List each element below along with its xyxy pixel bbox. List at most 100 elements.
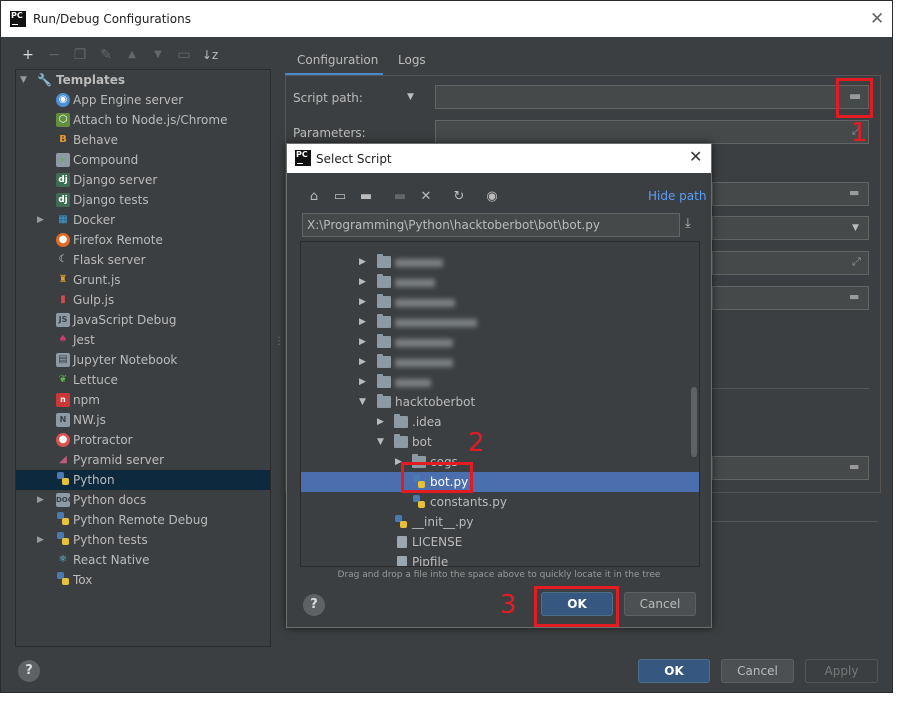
- tree-item[interactable]: ◉ App Engine server: [16, 90, 270, 110]
- folder-icon: [394, 414, 408, 428]
- tree-item-python-selected[interactable]: Python: [16, 470, 270, 490]
- blurred-folder-row[interactable]: ▶: [301, 272, 699, 292]
- apply-button[interactable]: Apply: [805, 659, 878, 683]
- download-icon[interactable]: ⤓: [685, 216, 691, 231]
- tree-item[interactable]: ▶ ▦ Docker: [16, 210, 270, 230]
- tree-item[interactable]: Python Remote Debug: [16, 510, 270, 530]
- chevron-right-icon[interactable]: ▶: [359, 292, 369, 312]
- file-row[interactable]: ▶ cogs: [301, 452, 699, 472]
- file-row[interactable]: ▼ hacktoberbot: [301, 392, 699, 412]
- tree-item[interactable]: ▤ Jupyter Notebook: [16, 350, 270, 370]
- file-tree-scrollbar[interactable]: [691, 387, 697, 457]
- chevron-right-icon[interactable]: ▶: [37, 210, 49, 230]
- chevron-right-icon[interactable]: ▶: [359, 332, 369, 352]
- browse-folder-icon[interactable]: ▬: [849, 290, 859, 303]
- move-up-icon[interactable]: ▲: [123, 45, 141, 65]
- tree-item[interactable]: ● Firefox Remote: [16, 230, 270, 250]
- tree-item[interactable]: B Behave: [16, 130, 270, 150]
- dialog-cancel-button[interactable]: Cancel: [624, 592, 696, 616]
- chevron-down-icon[interactable]: ▼: [359, 392, 369, 412]
- chevron-right-icon[interactable]: ▶: [359, 352, 369, 372]
- ok-button[interactable]: OK: [638, 659, 710, 683]
- tree-item[interactable]: ⚛ React Native: [16, 550, 270, 570]
- tree-item[interactable]: ● Protractor: [16, 430, 270, 450]
- select-field[interactable]: [712, 216, 869, 240]
- path-input[interactable]: X:\Programming\Python\hacktoberbot\bot\b…: [302, 213, 680, 237]
- browse-folder-icon[interactable]: ▬: [849, 460, 859, 473]
- tree-item[interactable]: ♠ Jest: [16, 330, 270, 350]
- splitter-handle[interactable]: ⋮: [274, 336, 284, 347]
- tree-item[interactable]: Tox: [16, 570, 270, 590]
- tree-item[interactable]: ▶ Python tests: [16, 530, 270, 550]
- file-row-selected[interactable]: bot.py: [301, 472, 699, 492]
- home-icon[interactable]: ⌂: [305, 188, 323, 206]
- tree-item[interactable]: n npm: [16, 390, 270, 410]
- tree-root-templates[interactable]: ▼ 🔧 Templates: [16, 70, 270, 90]
- refresh-icon[interactable]: ↻: [450, 188, 468, 206]
- tree-item[interactable]: ☾ Flask server: [16, 250, 270, 270]
- blurred-folder-row[interactable]: ▶: [301, 332, 699, 352]
- tree-item[interactable]: ▸ Compound: [16, 150, 270, 170]
- file-row[interactable]: constants.py: [301, 492, 699, 512]
- text-field[interactable]: [712, 251, 869, 275]
- tab-logs[interactable]: Logs: [398, 53, 426, 67]
- script-path-input[interactable]: [435, 85, 869, 109]
- chevron-right-icon[interactable]: ▶: [359, 372, 369, 392]
- chevron-right-icon[interactable]: ▶: [37, 530, 49, 550]
- cancel-button[interactable]: Cancel: [721, 659, 794, 683]
- tree-item[interactable]: ❦ Lettuce: [16, 370, 270, 390]
- chevron-right-icon[interactable]: ▶: [359, 272, 369, 292]
- folder-add-icon[interactable]: ▭: [175, 45, 193, 65]
- copy-icon[interactable]: ❐: [71, 45, 89, 65]
- wrench-icon[interactable]: ✎: [97, 45, 115, 65]
- add-icon[interactable]: +: [19, 45, 37, 65]
- blurred-folder-row[interactable]: ▶: [301, 292, 699, 312]
- tab-configuration[interactable]: Configuration: [297, 53, 378, 67]
- dropdown-arrow-icon[interactable]: ▼: [407, 92, 414, 102]
- tree-item[interactable]: ▶ DOC Python docs: [16, 490, 270, 510]
- chevron-right-icon[interactable]: ▶: [377, 412, 387, 432]
- file-row[interactable]: Pipfile: [301, 552, 699, 566]
- help-button[interactable]: ?: [18, 660, 40, 682]
- expand-icon[interactable]: ⤢: [852, 255, 861, 269]
- sort-icon[interactable]: ↓z: [201, 45, 219, 65]
- tree-item[interactable]: ♜ Grunt.js: [16, 270, 270, 290]
- text-field[interactable]: [712, 182, 869, 206]
- parameters-input[interactable]: [435, 120, 869, 144]
- window-close-icon[interactable]: ✕: [870, 9, 884, 29]
- remove-icon[interactable]: −: [45, 45, 63, 65]
- file-row[interactable]: LICENSE: [301, 532, 699, 552]
- tree-item[interactable]: ⬡ Attach to Node.js/Chrome: [16, 110, 270, 130]
- blurred-folder-row[interactable]: ▶: [301, 372, 699, 392]
- tree-item[interactable]: JS JavaScript Debug: [16, 310, 270, 330]
- text-field[interactable]: [712, 456, 869, 480]
- blurred-folder-row[interactable]: ▶: [301, 352, 699, 372]
- delete-icon[interactable]: ✕: [417, 188, 435, 206]
- tree-item[interactable]: dj Django tests: [16, 190, 270, 210]
- file-row[interactable]: ▶ .idea: [301, 412, 699, 432]
- tree-item[interactable]: ◢ Pyramid server: [16, 450, 270, 470]
- browse-folder-icon[interactable]: ▬: [849, 186, 859, 199]
- dialog-help-button[interactable]: ?: [303, 594, 325, 616]
- chevron-right-icon[interactable]: ▶: [359, 312, 369, 332]
- file-row[interactable]: __init__.py: [301, 512, 699, 532]
- desktop-icon[interactable]: ▭: [331, 188, 349, 206]
- project-icon[interactable]: ▬: [357, 188, 375, 206]
- blurred-folder-row[interactable]: ▶: [301, 312, 699, 332]
- blurred-folder-row[interactable]: ▶: [301, 252, 699, 272]
- chevron-down-icon[interactable]: ▼: [20, 70, 32, 90]
- chevron-down-icon[interactable]: ▼: [852, 223, 859, 233]
- hide-path-link[interactable]: Hide path: [648, 189, 706, 203]
- file-row[interactable]: ▼ bot: [301, 432, 699, 452]
- dialog-close-icon[interactable]: ✕: [689, 147, 702, 166]
- chevron-down-icon[interactable]: ▼: [377, 432, 387, 452]
- tree-item[interactable]: ▮ Gulp.js: [16, 290, 270, 310]
- show-hidden-icon[interactable]: ◉: [483, 188, 501, 206]
- text-field[interactable]: [712, 286, 869, 310]
- new-folder-icon[interactable]: ▬: [391, 188, 409, 206]
- chevron-right-icon[interactable]: ▶: [359, 252, 369, 272]
- tree-item[interactable]: dj Django server: [16, 170, 270, 190]
- chevron-right-icon[interactable]: ▶: [37, 490, 49, 510]
- move-down-icon[interactable]: ▼: [149, 45, 167, 65]
- tree-item[interactable]: N NW.js: [16, 410, 270, 430]
